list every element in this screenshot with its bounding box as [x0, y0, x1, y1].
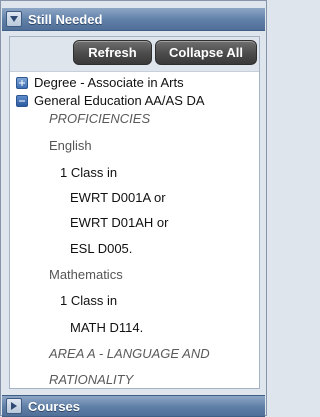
subject-heading: English: [49, 138, 92, 153]
course-option: MATH D114.: [70, 320, 144, 335]
course-option: EWRT D01AH or: [70, 215, 169, 230]
requirement-text: 1 Class in: [60, 293, 118, 308]
tree-item-label: General Education AA/AS DA: [34, 93, 205, 108]
minus-square-icon[interactable]: [16, 94, 28, 107]
courses-title: Courses: [28, 398, 81, 414]
course-option: EWRT D001A or: [70, 190, 166, 205]
divider: [10, 71, 259, 72]
tree-item-label: Degree - Associate in Arts: [34, 75, 184, 90]
courses-header[interactable]: Courses: [2, 395, 265, 417]
expand-arrow-icon[interactable]: [6, 398, 22, 414]
category-heading: PROFICIENCIES: [49, 111, 151, 126]
still-needed-header[interactable]: Still Needed: [2, 8, 265, 31]
still-needed-title: Still Needed: [28, 11, 103, 27]
subject-heading: Mathematics: [49, 267, 123, 282]
category-heading: AREA A - LANGUAGE AND: [49, 346, 210, 361]
tree-item-general-education[interactable]: General Education AA/AS DA: [16, 93, 205, 108]
plus-square-icon[interactable]: [16, 76, 28, 89]
collapse-all-button[interactable]: Collapse All: [155, 40, 257, 65]
collapse-arrow-icon[interactable]: [6, 11, 22, 27]
course-option: ESL D005.: [70, 241, 133, 256]
still-needed-panel: Still Needed Refresh Collapse All Degree…: [0, 0, 267, 417]
tree-item-degree[interactable]: Degree - Associate in Arts: [16, 75, 184, 90]
refresh-button[interactable]: Refresh: [73, 40, 152, 65]
toolbar: Refresh Collapse All: [10, 37, 259, 71]
category-heading: RATIONALITY: [49, 372, 134, 387]
still-needed-content: Refresh Collapse All Degree - Associate …: [9, 36, 260, 389]
requirement-text: 1 Class in: [60, 165, 118, 180]
